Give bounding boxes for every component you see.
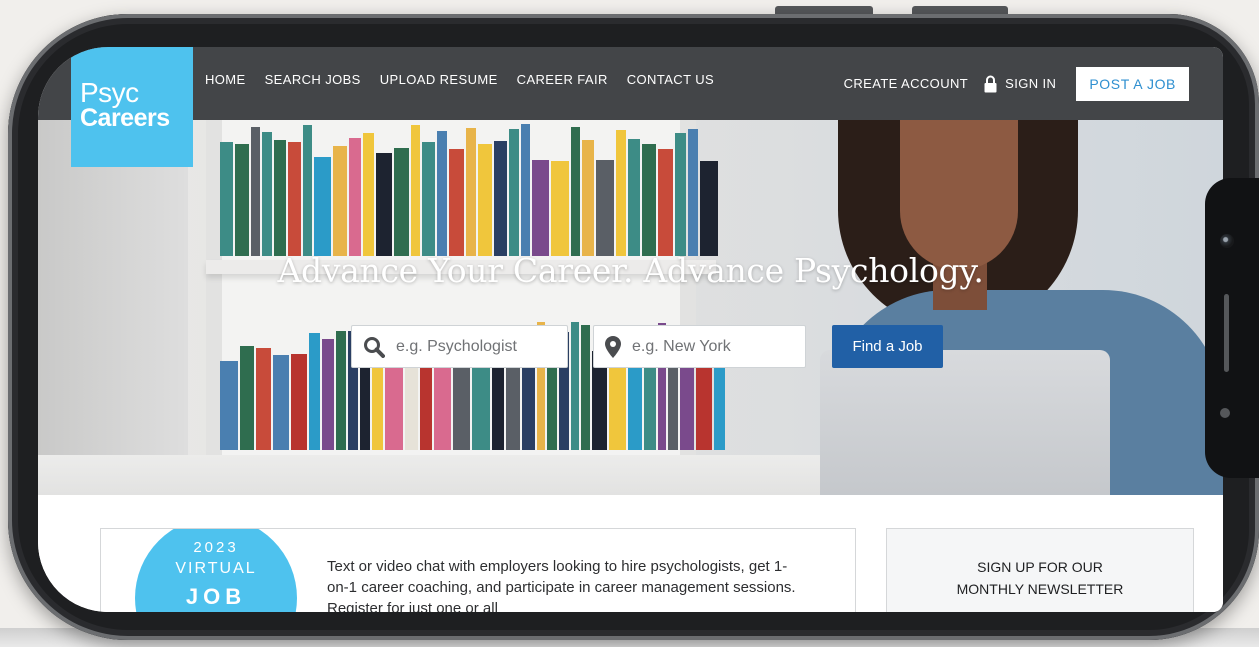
location-search-box[interactable] bbox=[593, 325, 806, 368]
book-spine bbox=[251, 127, 260, 256]
event-description: Text or video chat with employers lookin… bbox=[327, 558, 796, 612]
newsletter-signup-card[interactable]: SIGN UP FOR OUR MONTHLY NEWSLETTER bbox=[886, 528, 1194, 612]
book-spine bbox=[437, 131, 447, 256]
content-area: 2023 VIRTUAL JOB Text or video chat with… bbox=[38, 495, 1223, 612]
book-spine bbox=[478, 144, 492, 256]
book-spine bbox=[688, 129, 698, 256]
phone-power-button bbox=[912, 6, 1008, 14]
book-spine bbox=[434, 358, 451, 450]
book-spine bbox=[571, 322, 579, 450]
newsletter-heading-line2: MONTHLY NEWSLETTER bbox=[956, 581, 1124, 597]
book-spine bbox=[322, 339, 334, 450]
location-input[interactable] bbox=[630, 336, 784, 357]
book-spine bbox=[700, 161, 718, 256]
book-spine bbox=[521, 124, 530, 256]
hero-banner: Advance Your Career. Advance Psychology.… bbox=[38, 120, 1223, 495]
book-spine bbox=[494, 141, 507, 256]
book-spine bbox=[376, 153, 392, 256]
book-spine bbox=[274, 140, 286, 256]
nav-career-fair[interactable]: CAREER FAIR bbox=[517, 72, 608, 87]
book-spine bbox=[571, 127, 580, 256]
books-top-shelf bbox=[220, 124, 720, 256]
nav-upload-resume[interactable]: UPLOAD RESUME bbox=[380, 72, 498, 87]
book-spine bbox=[628, 139, 640, 256]
book-spine bbox=[449, 149, 464, 256]
book-spine bbox=[422, 142, 435, 256]
book-spine bbox=[235, 144, 249, 256]
book-spine bbox=[288, 142, 301, 256]
camera-icon bbox=[1220, 234, 1234, 248]
nav-contact-us[interactable]: CONTACT US bbox=[627, 72, 714, 87]
book-spine bbox=[596, 160, 614, 256]
primary-nav: HOME SEARCH JOBS UPLOAD RESUME CAREER FA… bbox=[205, 72, 733, 87]
book-spine bbox=[336, 331, 346, 450]
phone-speaker bbox=[1224, 294, 1229, 372]
book-spine bbox=[349, 138, 361, 256]
hero-person-face bbox=[900, 120, 1018, 270]
phone-volume-button bbox=[775, 6, 873, 14]
book-spine bbox=[582, 140, 594, 256]
newsletter-heading-line1: SIGN UP FOR OUR bbox=[977, 559, 1103, 575]
badge-virtual: VIRTUAL bbox=[175, 560, 257, 577]
book-spine bbox=[532, 160, 549, 256]
book-spine bbox=[453, 358, 470, 450]
book-spine bbox=[616, 130, 626, 256]
nav-home[interactable]: HOME bbox=[205, 72, 246, 87]
keyword-input[interactable] bbox=[394, 336, 548, 357]
sign-in-link[interactable]: SIGN IN bbox=[1005, 76, 1056, 91]
book-spine bbox=[256, 348, 271, 450]
book-spine bbox=[466, 128, 476, 256]
book-spine bbox=[509, 129, 519, 256]
find-a-job-button[interactable]: Find a Job bbox=[832, 325, 943, 368]
keyword-search-box[interactable] bbox=[351, 325, 568, 368]
post-a-job-button[interactable]: POST A JOB bbox=[1076, 66, 1189, 101]
hero-title: Advance Your Career. Advance Psychology. bbox=[277, 251, 984, 290]
book-spine bbox=[309, 333, 320, 450]
book-spine bbox=[394, 148, 409, 256]
book-spine bbox=[262, 132, 272, 256]
create-account-link[interactable]: CREATE ACCOUNT bbox=[844, 76, 969, 91]
nav-search-jobs[interactable]: SEARCH JOBS bbox=[265, 72, 361, 87]
book-spine bbox=[696, 356, 712, 450]
account-nav: CREATE ACCOUNT SIGN IN POST A JOB bbox=[844, 47, 1223, 120]
search-icon bbox=[364, 336, 385, 358]
book-spine bbox=[551, 161, 569, 256]
book-spine bbox=[675, 133, 686, 256]
book-spine bbox=[314, 157, 331, 256]
badge-year: 2023 bbox=[193, 539, 239, 556]
lock-icon bbox=[984, 75, 997, 92]
book-spine bbox=[472, 362, 490, 450]
book-spine bbox=[291, 354, 307, 450]
book-spine bbox=[581, 325, 590, 450]
book-spine bbox=[658, 149, 673, 256]
phone-screen: HOME SEARCH JOBS UPLOAD RESUME CAREER FA… bbox=[38, 47, 1223, 612]
hero-wall bbox=[38, 120, 188, 495]
phone-notch bbox=[1205, 178, 1259, 478]
virtual-job-fair-badge: 2023 VIRTUAL JOB bbox=[135, 529, 297, 612]
hero-laptop bbox=[820, 350, 1110, 495]
book-spine bbox=[303, 125, 312, 256]
virtual-job-fair-card[interactable]: 2023 VIRTUAL JOB Text or video chat with… bbox=[100, 528, 856, 612]
book-spine bbox=[220, 361, 238, 450]
map-pin-icon bbox=[605, 335, 621, 358]
book-spine bbox=[333, 146, 347, 256]
book-spine bbox=[273, 355, 289, 450]
book-spine bbox=[609, 357, 626, 450]
book-spine bbox=[220, 142, 233, 256]
top-nav-bar: HOME SEARCH JOBS UPLOAD RESUME CAREER FA… bbox=[38, 47, 1223, 120]
phone-sensor bbox=[1220, 408, 1230, 418]
book-spine bbox=[385, 361, 403, 450]
logo-text-careers: Careers bbox=[80, 104, 170, 132]
badge-job: JOB bbox=[185, 584, 247, 609]
book-spine bbox=[240, 346, 254, 450]
book-spine bbox=[363, 133, 374, 256]
book-spine bbox=[642, 144, 656, 256]
psyc-careers-logo[interactable]: Psyc Careers bbox=[71, 47, 193, 167]
book-spine bbox=[411, 125, 420, 256]
logo-text-psyc: Psyc bbox=[80, 77, 139, 108]
